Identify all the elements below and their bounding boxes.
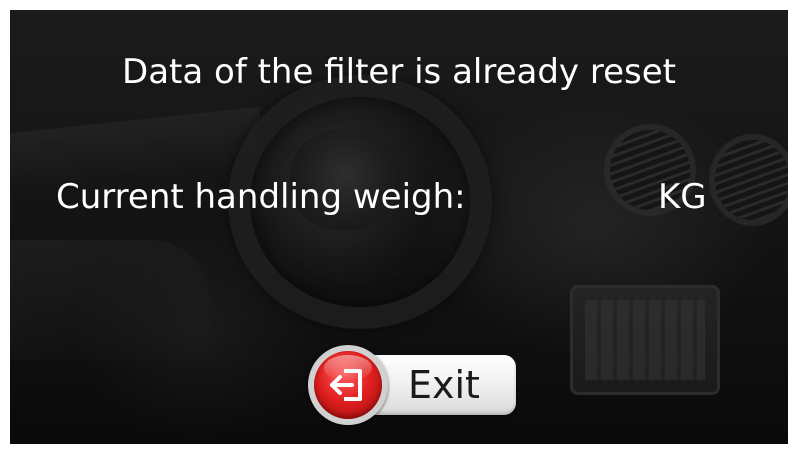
exit-door-arrow-icon (330, 369, 362, 401)
handling-weigh-unit: KG (658, 177, 707, 217)
exit-button[interactable]: Exit (308, 345, 520, 425)
exit-button-badge[interactable] (308, 345, 388, 425)
background-door-panel (10, 240, 210, 360)
handling-weigh-label: Current handling weigh: (56, 177, 466, 217)
background-air-vent-right (715, 140, 788, 220)
exit-button-label[interactable]: Exit (408, 361, 480, 409)
reset-status-message: Data of the filter is already reset (122, 52, 676, 92)
background-console-screen (585, 300, 705, 380)
background-center-console (570, 285, 720, 395)
filter-reset-screen: Data of the filter is already reset Curr… (10, 10, 788, 444)
